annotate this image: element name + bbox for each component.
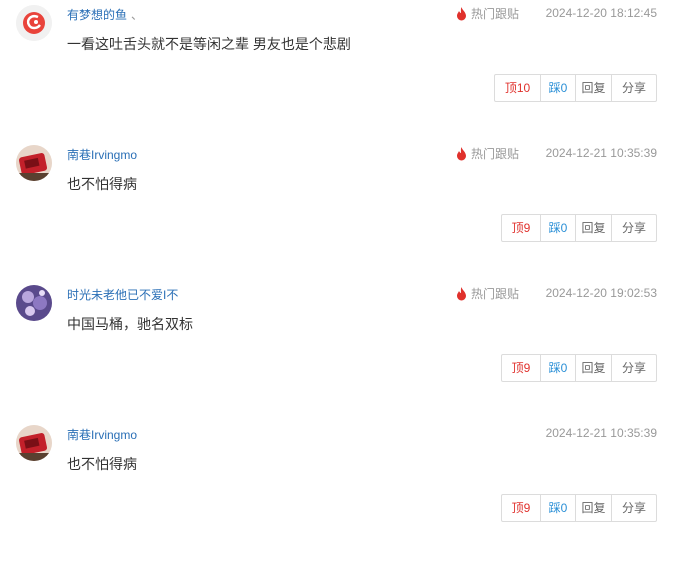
upvote-button[interactable]: 顶10 <box>495 75 540 101</box>
comment-item: 南巷Irvingmo 热门跟贴 2024-12-21 10:35:39 也不怕得… <box>0 142 679 282</box>
reply-button[interactable]: 回复 <box>575 215 611 241</box>
avatar[interactable] <box>16 5 52 41</box>
username-text[interactable]: 时光未老他已不爱I不 <box>67 288 178 302</box>
comment-text: 也不怕得病 <box>67 456 137 472</box>
share-button[interactable]: 分享 <box>611 355 656 381</box>
downvote-button[interactable]: 踩0 <box>540 75 575 101</box>
reply-button[interactable]: 回复 <box>575 75 611 101</box>
upvote-button[interactable]: 顶9 <box>502 495 540 521</box>
hot-label: 热门跟贴 <box>471 7 520 21</box>
username-link[interactable]: 南巷Irvingmo <box>67 426 137 443</box>
comment-actions: 顶9 踩0 回复 分享 <box>501 214 657 242</box>
comment-actions: 顶9 踩0 回复 分享 <box>501 354 657 382</box>
hot-label: 热门跟贴 <box>471 147 520 161</box>
reply-button[interactable]: 回复 <box>575 355 611 381</box>
comment-time: 2024-12-20 18:12:45 <box>545 6 657 20</box>
comment-text: 中国马桶，驰名双标 <box>67 316 193 332</box>
avatar[interactable] <box>16 145 52 181</box>
avatar[interactable] <box>16 285 52 321</box>
username-link[interactable]: 南巷Irvingmo <box>67 146 137 163</box>
username-link[interactable]: 时光未老他已不爱I不 <box>67 286 178 303</box>
avatar[interactable] <box>16 425 52 461</box>
downvote-button[interactable]: 踩0 <box>540 215 575 241</box>
fire-icon <box>455 286 468 301</box>
upvote-button[interactable]: 顶9 <box>502 215 540 241</box>
share-button[interactable]: 分享 <box>611 215 656 241</box>
comment-text: 也不怕得病 <box>67 176 137 192</box>
username-text[interactable]: 南巷Irvingmo <box>67 148 137 162</box>
downvote-button[interactable]: 踩0 <box>540 495 575 521</box>
share-button[interactable]: 分享 <box>611 495 656 521</box>
hot-tag: 热门跟贴 <box>455 5 519 22</box>
comment-actions: 顶9 踩0 回复 分享 <box>501 494 657 522</box>
downvote-button[interactable]: 踩0 <box>540 355 575 381</box>
comment-time: 2024-12-20 19:02:53 <box>545 286 657 300</box>
fire-icon <box>455 6 468 21</box>
hot-tag: 热门跟贴 <box>455 285 519 302</box>
username-text[interactable]: 有梦想的鱼 <box>67 8 127 22</box>
comment-text: 一看这吐舌头就不是等闲之辈 男友也是个悲剧 <box>67 36 351 52</box>
share-button[interactable]: 分享 <box>611 75 656 101</box>
hot-label: 热门跟贴 <box>471 287 520 301</box>
comment-time: 2024-12-21 10:35:39 <box>545 426 657 440</box>
comment-item: 南巷Irvingmo 2024-12-21 10:35:39 也不怕得病 顶9 … <box>0 422 679 562</box>
comment-actions: 顶10 踩0 回复 分享 <box>494 74 657 102</box>
hot-tag: 热门跟贴 <box>455 145 519 162</box>
fire-icon <box>455 146 468 161</box>
comment-item: 有梦想的鱼 、 热门跟贴 2024-12-20 18:12:45 一看这吐舌头就… <box>0 2 679 142</box>
comment-list: 有梦想的鱼 、 热门跟贴 2024-12-20 18:12:45 一看这吐舌头就… <box>0 0 679 553</box>
username-link[interactable]: 有梦想的鱼 <box>67 6 127 23</box>
comment-item: 时光未老他已不爱I不 热门跟贴 2024-12-20 19:02:53 中国马桶… <box>0 282 679 422</box>
username-text[interactable]: 南巷Irvingmo <box>67 428 137 442</box>
upvote-button[interactable]: 顶9 <box>502 355 540 381</box>
comment-time: 2024-12-21 10:35:39 <box>545 146 657 160</box>
reply-button[interactable]: 回复 <box>575 495 611 521</box>
username-suffix: 、 <box>131 8 144 22</box>
